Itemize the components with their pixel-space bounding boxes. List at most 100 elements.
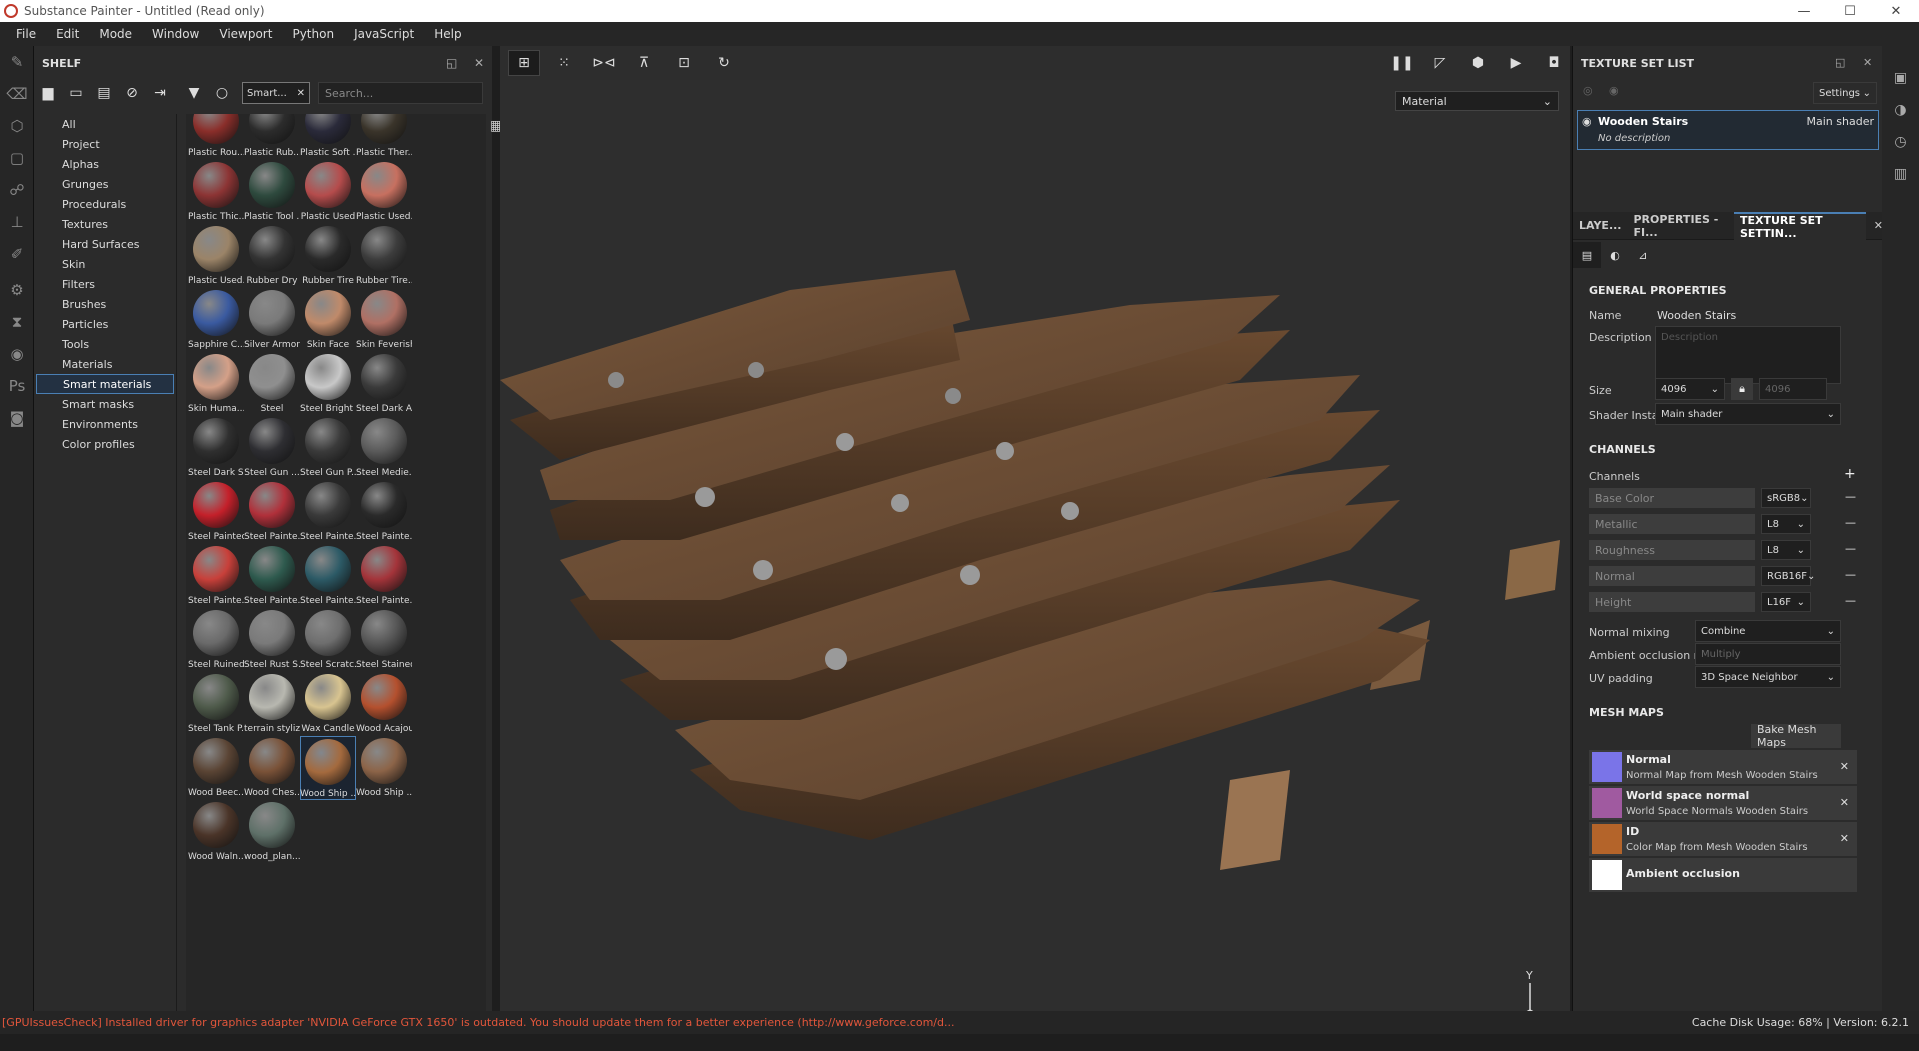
add-channel-icon[interactable]: + [1844,466,1856,482]
category-item[interactable]: Particles [36,314,174,334]
material-thumbnail[interactable]: Wood Acajou [356,672,412,736]
channel-format-select[interactable]: RGB16F ⌄ [1761,566,1815,586]
material-thumbnail[interactable]: Steel Bright ... [300,352,356,416]
category-item[interactable]: Materials [36,354,174,374]
close-panel-icon[interactable]: ✕ [1863,56,1872,69]
material-thumbnail[interactable]: Steel Scratc... [300,608,356,672]
split-icon[interactable]: ⊼ [628,50,660,76]
filter-tag[interactable]: Smart... ✕ [242,82,310,104]
maximize-button[interactable]: ☐ [1827,0,1873,22]
gpu-warning-message[interactable]: [GPUIssuesCheck] Installed driver for gr… [2,1016,954,1029]
remove-channel-icon[interactable]: — [1845,516,1856,529]
channel-format-select[interactable]: L16F ⌄ [1761,592,1811,612]
texture-set-list-icon[interactable]: ▣ [1882,62,1919,94]
close-window-button[interactable]: ✕ [1873,0,1919,22]
mesh-map-thumbnail[interactable] [1592,788,1622,818]
mesh-map-thumbnail[interactable] [1592,752,1622,782]
material-thumbnail[interactable]: Plastic Rou... [188,114,244,160]
category-item[interactable]: Filters [36,274,174,294]
material-thumbnail[interactable]: Wood Beec... [188,736,244,800]
category-item[interactable]: Color profiles [36,434,174,454]
material-thumbnail[interactable]: Skin Face [300,288,356,352]
material-thumbnail[interactable]: Steel Dark S... [188,416,244,480]
material-thumbnail[interactable]: Rubber Dry [244,224,300,288]
channel-format-select[interactable]: L8 ⌄ [1761,514,1811,534]
eye-icon[interactable]: ◉ [1609,84,1619,97]
smudge-icon[interactable]: ☍ [0,174,34,206]
material-thumbnail[interactable]: Plastic Used... [188,224,244,288]
category-item[interactable]: All [36,114,174,134]
material-thumbnail[interactable]: Wood Waln... [188,800,244,864]
material-mode-select[interactable]: Material ⌄ [1395,91,1559,111]
settings-button[interactable]: Settings ⌄ [1813,82,1877,104]
projection-icon[interactable]: ⬡ [0,110,34,142]
remove-channel-icon[interactable]: — [1845,568,1856,581]
material-thumbnail[interactable]: Rubber Tire [300,224,356,288]
material-thumbnail[interactable]: Steel Stained [356,608,412,672]
3d-scene[interactable]: Y Z X [500,80,1570,1030]
clone-stamp-icon[interactable]: ⊥ [0,206,34,238]
material-thumbnail[interactable]: Steel Gun ... [244,416,300,480]
remove-channel-icon[interactable]: — [1845,542,1856,555]
category-item[interactable]: Tools [36,334,174,354]
menu-help[interactable]: Help [434,27,461,41]
remove-mesh-map-icon[interactable]: ✕ [1840,760,1849,773]
category-item[interactable]: Project [36,134,174,154]
symmetry-grid-icon[interactable]: ⁙ [548,50,580,76]
mesh-map-thumbnail[interactable] [1592,824,1622,854]
category-item[interactable]: Smart masks [36,394,174,414]
remove-mesh-map-icon[interactable]: ✕ [1840,832,1849,845]
filter-icon[interactable]: ▼ [180,81,208,105]
material-thumbnail[interactable]: Steel Painte... [244,544,300,608]
display-settings-icon[interactable]: ◑ [1882,94,1919,126]
menu-viewport[interactable]: Viewport [219,27,272,41]
mesh-map-row[interactable]: ID Color Map from Mesh Wooden Stairs ✕ [1589,822,1857,856]
plugin-icon[interactable]: ◉ [0,338,34,370]
mesh-map-row[interactable]: World space normal World Space Normals Wo… [1589,786,1857,820]
texture-settings-icon[interactable]: ▤ [1573,242,1601,268]
minimize-button[interactable]: — [1781,0,1827,22]
remove-tag-icon[interactable]: ✕ [297,88,305,99]
remove-channel-icon[interactable]: — [1845,490,1856,503]
material-thumbnail[interactable]: Plastic Ther... [356,114,412,160]
menu-mode[interactable]: Mode [99,27,132,41]
tab-layers[interactable]: LAYE... [1573,212,1628,240]
bake-icon[interactable]: ⚙ [0,274,34,306]
close-panel-icon[interactable]: ✕ [474,56,484,70]
category-item[interactable]: Brushes [36,294,174,314]
tab-texture-set-settings[interactable]: TEXTURE SET SETTIN... [1733,211,1866,240]
category-item[interactable]: Smart materials [36,374,174,394]
screenshot-camera-icon[interactable]: ◘ [1538,50,1570,76]
uv-padding-select[interactable]: 3D Space Neighbor ⌄ [1695,666,1841,688]
material-thumbnail[interactable]: Plastic Rub... [244,114,300,160]
material-thumbnail[interactable]: Steel Painted [188,480,244,544]
material-thumbnail[interactable]: Wood Ship ... [300,736,356,800]
import-icon[interactable]: ⇥ [146,81,174,105]
material-thumbnail[interactable]: Wood Ches... [244,736,300,800]
shader-instance-select[interactable]: Main shader ⌄ [1655,403,1841,425]
material-thumbnail[interactable]: Plastic Soft ... [300,114,356,160]
size-select[interactable]: 4096 ⌄ [1655,378,1725,400]
material-thumbnail[interactable]: Steel Gun P... [300,416,356,480]
texture-set-row[interactable]: ◉ Wooden Stairs Main shader No descripti… [1577,110,1879,150]
viewport[interactable]: ⊞ ⁙ ⊳⊲ ⊼ ⊡ ↻ ❚❚ ◸ ⬢ ▶ ◘ Y Material ⌄ [500,46,1570,1030]
material-thumbnail[interactable]: Steel Rust S... [244,608,300,672]
category-item[interactable]: Hard Surfaces [36,234,174,254]
category-item[interactable]: Alphas [36,154,174,174]
material-thumbnail[interactable]: Plastic Used [300,160,356,224]
menu-edit[interactable]: Edit [56,27,79,41]
archive-icon[interactable]: ▤ [90,81,118,105]
material-thumbnail[interactable]: Steel Painte... [244,480,300,544]
shader-icon[interactable]: ◐ [1601,242,1629,268]
material-thumbnail[interactable]: Wood Ship ... [356,736,412,800]
material-thumbnail[interactable]: wood_plan... [244,800,300,864]
channel-format-select[interactable]: sRGB8 ⌄ [1761,488,1811,508]
menu-python[interactable]: Python [292,27,334,41]
material-thumbnail[interactable]: Steel Painte... [300,480,356,544]
material-thumbnail[interactable]: Plastic Tool ... [244,160,300,224]
camera-icon[interactable]: ▶ [1500,50,1532,76]
uv-icon[interactable]: ⊿ [1629,242,1657,268]
material-thumbnail[interactable]: Plastic Used... [356,160,412,224]
new-resource-icon[interactable]: ▭ [62,81,90,105]
material-thumbnail[interactable]: Skin Huma... [188,352,244,416]
